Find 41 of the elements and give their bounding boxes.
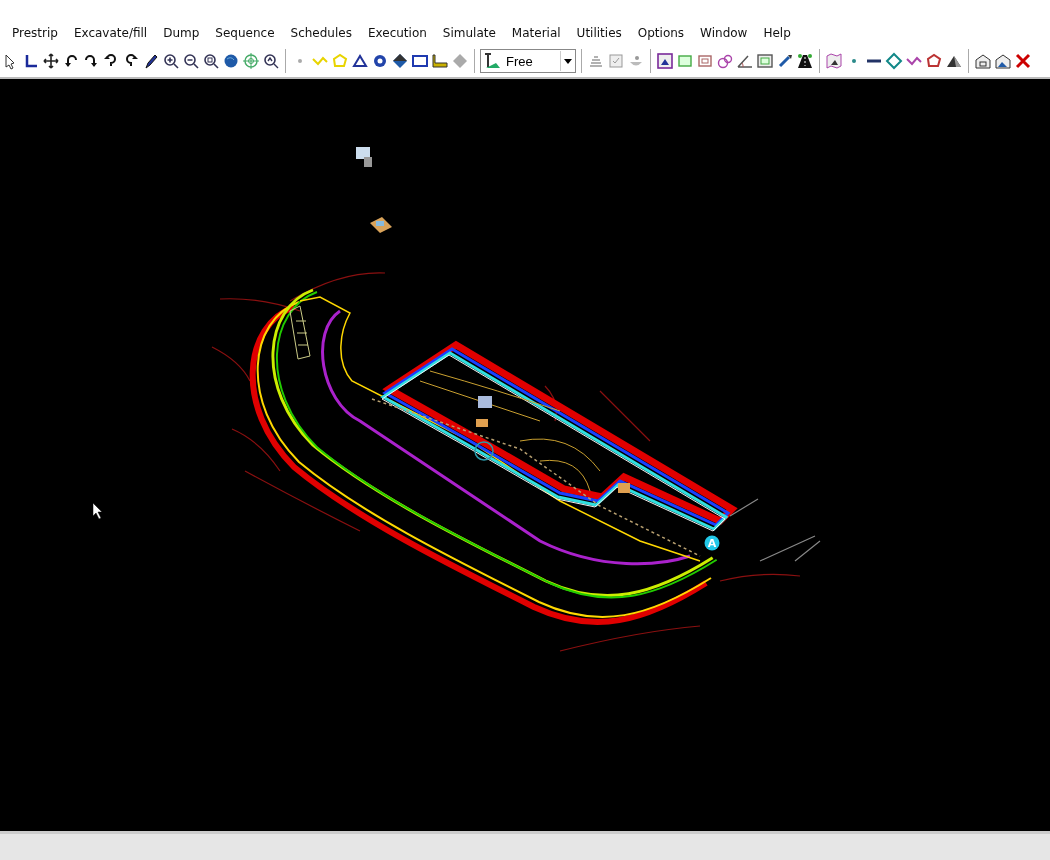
framed-picture-icon[interactable] xyxy=(656,52,674,70)
zoom-previous-icon[interactable] xyxy=(262,52,280,70)
house-photo-icon[interactable] xyxy=(974,52,992,70)
mode-dropdown[interactable]: Free xyxy=(480,49,576,73)
road-icon[interactable] xyxy=(796,52,814,70)
zoom-in-icon[interactable] xyxy=(162,52,180,70)
menu-item[interactable]: Utilities xyxy=(568,25,630,40)
survey-stake-icon xyxy=(484,52,502,70)
menu-item[interactable]: Prestrip xyxy=(4,25,66,40)
menu-item[interactable]: Excavate/fill xyxy=(65,25,156,40)
menu-item[interactable]: Simulate xyxy=(434,25,504,40)
menu-item[interactable]: Window xyxy=(692,25,756,40)
equipment-icon xyxy=(356,147,372,167)
menu-item[interactable]: Execution xyxy=(359,25,435,40)
close-icon[interactable] xyxy=(1014,52,1032,70)
equipment-icon xyxy=(370,217,392,233)
caret-icon xyxy=(564,58,572,64)
map-icon[interactable] xyxy=(825,52,843,70)
menu-item[interactable]: Options xyxy=(629,25,693,40)
zoom-window-icon[interactable] xyxy=(202,52,220,70)
menu-item[interactable]: Sequence xyxy=(207,25,283,40)
circles-icon[interactable] xyxy=(716,52,734,70)
pencil-icon[interactable] xyxy=(142,52,160,70)
window-icon[interactable] xyxy=(411,52,429,70)
zoom-out-icon[interactable] xyxy=(182,52,200,70)
diamond-icon[interactable] xyxy=(391,52,409,70)
menu-item[interactable]: Schedules xyxy=(282,25,360,40)
cursor-icon xyxy=(92,502,103,520)
globe-icon[interactable] xyxy=(222,52,240,70)
ruler-icon[interactable] xyxy=(431,52,449,70)
move-icon[interactable] xyxy=(42,52,60,70)
menu-item[interactable]: Material xyxy=(503,25,569,40)
house-picture-icon[interactable] xyxy=(994,52,1012,70)
marker-badge: A xyxy=(704,535,720,551)
menu-item[interactable]: Help xyxy=(755,25,799,40)
diamond-outline-icon[interactable] xyxy=(885,52,903,70)
menu-item[interactable]: Dump xyxy=(155,25,208,40)
framed-square-icon[interactable] xyxy=(756,52,774,70)
triangle-icon[interactable] xyxy=(351,52,369,70)
nested-rectangle-icon[interactable] xyxy=(696,52,714,70)
polygon-icon[interactable] xyxy=(925,52,943,70)
